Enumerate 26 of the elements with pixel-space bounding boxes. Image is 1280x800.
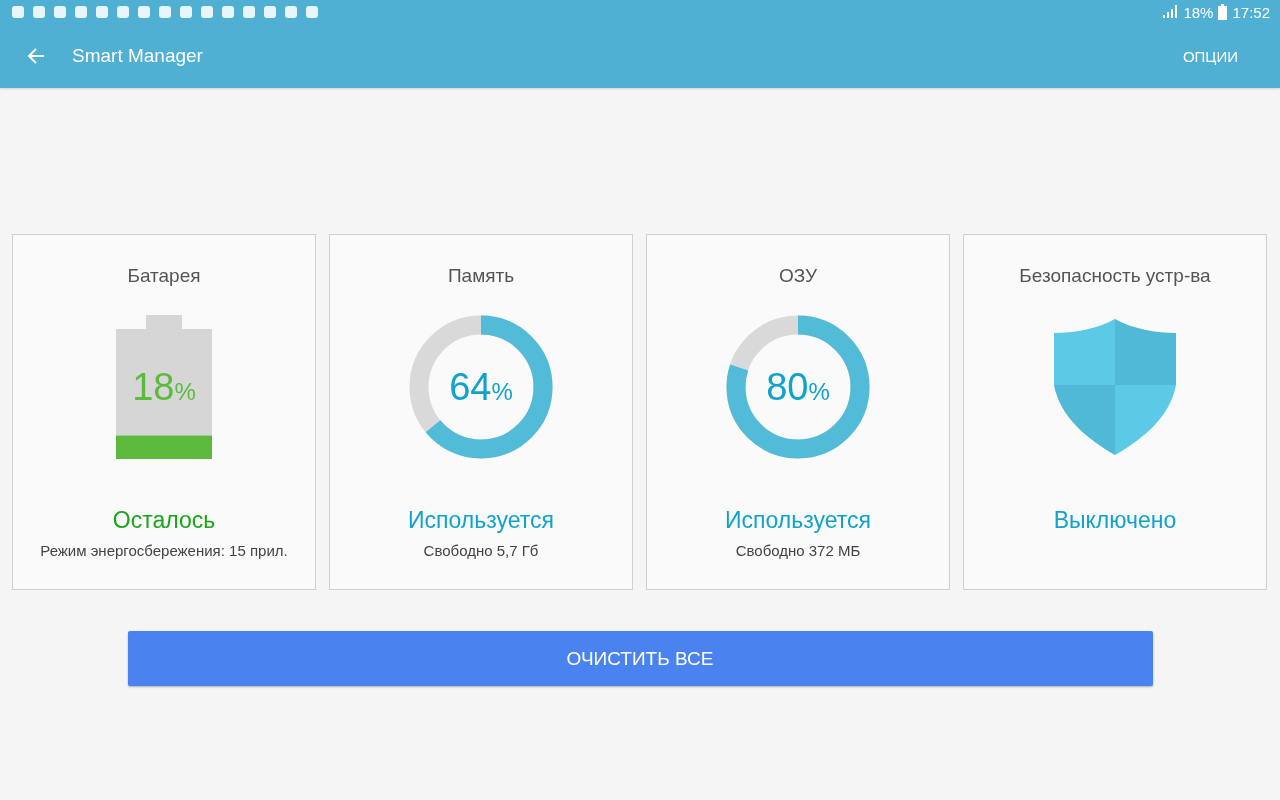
clock: 17:52 (1232, 3, 1270, 21)
card-status: Используется (725, 507, 871, 534)
card-detail: Свободно 372 МБ (735, 542, 861, 559)
card-title: ОЗУ (778, 265, 818, 288)
card-detail: Свободно 5,7 Гб (423, 542, 539, 559)
card-title: Память (447, 265, 515, 288)
percent-value: 64% (449, 368, 513, 406)
status-card[interactable]: Безопасность устр-ва Выключено (963, 234, 1267, 590)
back-arrow-icon[interactable] (26, 46, 46, 66)
signal-icon (1162, 5, 1179, 19)
card-detail: Режим энергосбережения: 15 прил. (40, 542, 288, 559)
status-card[interactable]: ОЗУ 80% Используется Свободно 372 МБ (646, 234, 950, 590)
app-title: Smart Manager (72, 45, 204, 67)
status-card[interactable]: Батарея 18% Осталось Режим энергосбережения: 15 прил. (12, 234, 316, 590)
percent-value: 18% (132, 368, 196, 406)
card-status: Выключено (1053, 507, 1177, 534)
card-title: Безопасность устр-ва (1019, 265, 1211, 288)
card-title: Батарея (127, 265, 201, 288)
status-card[interactable]: Память 64% Используется Свободно 5,7 Гб (329, 234, 633, 590)
percent-value: 80% (766, 368, 830, 406)
card-status: Осталось (112, 507, 216, 534)
battery-percent: 18% (1183, 3, 1214, 21)
card-status: Используется (408, 507, 554, 534)
shield-icon (1052, 317, 1178, 457)
battery-icon (1218, 4, 1228, 20)
clean-all-button[interactable]: ОЧИСТИТЬ ВСЕ (127, 631, 1153, 686)
